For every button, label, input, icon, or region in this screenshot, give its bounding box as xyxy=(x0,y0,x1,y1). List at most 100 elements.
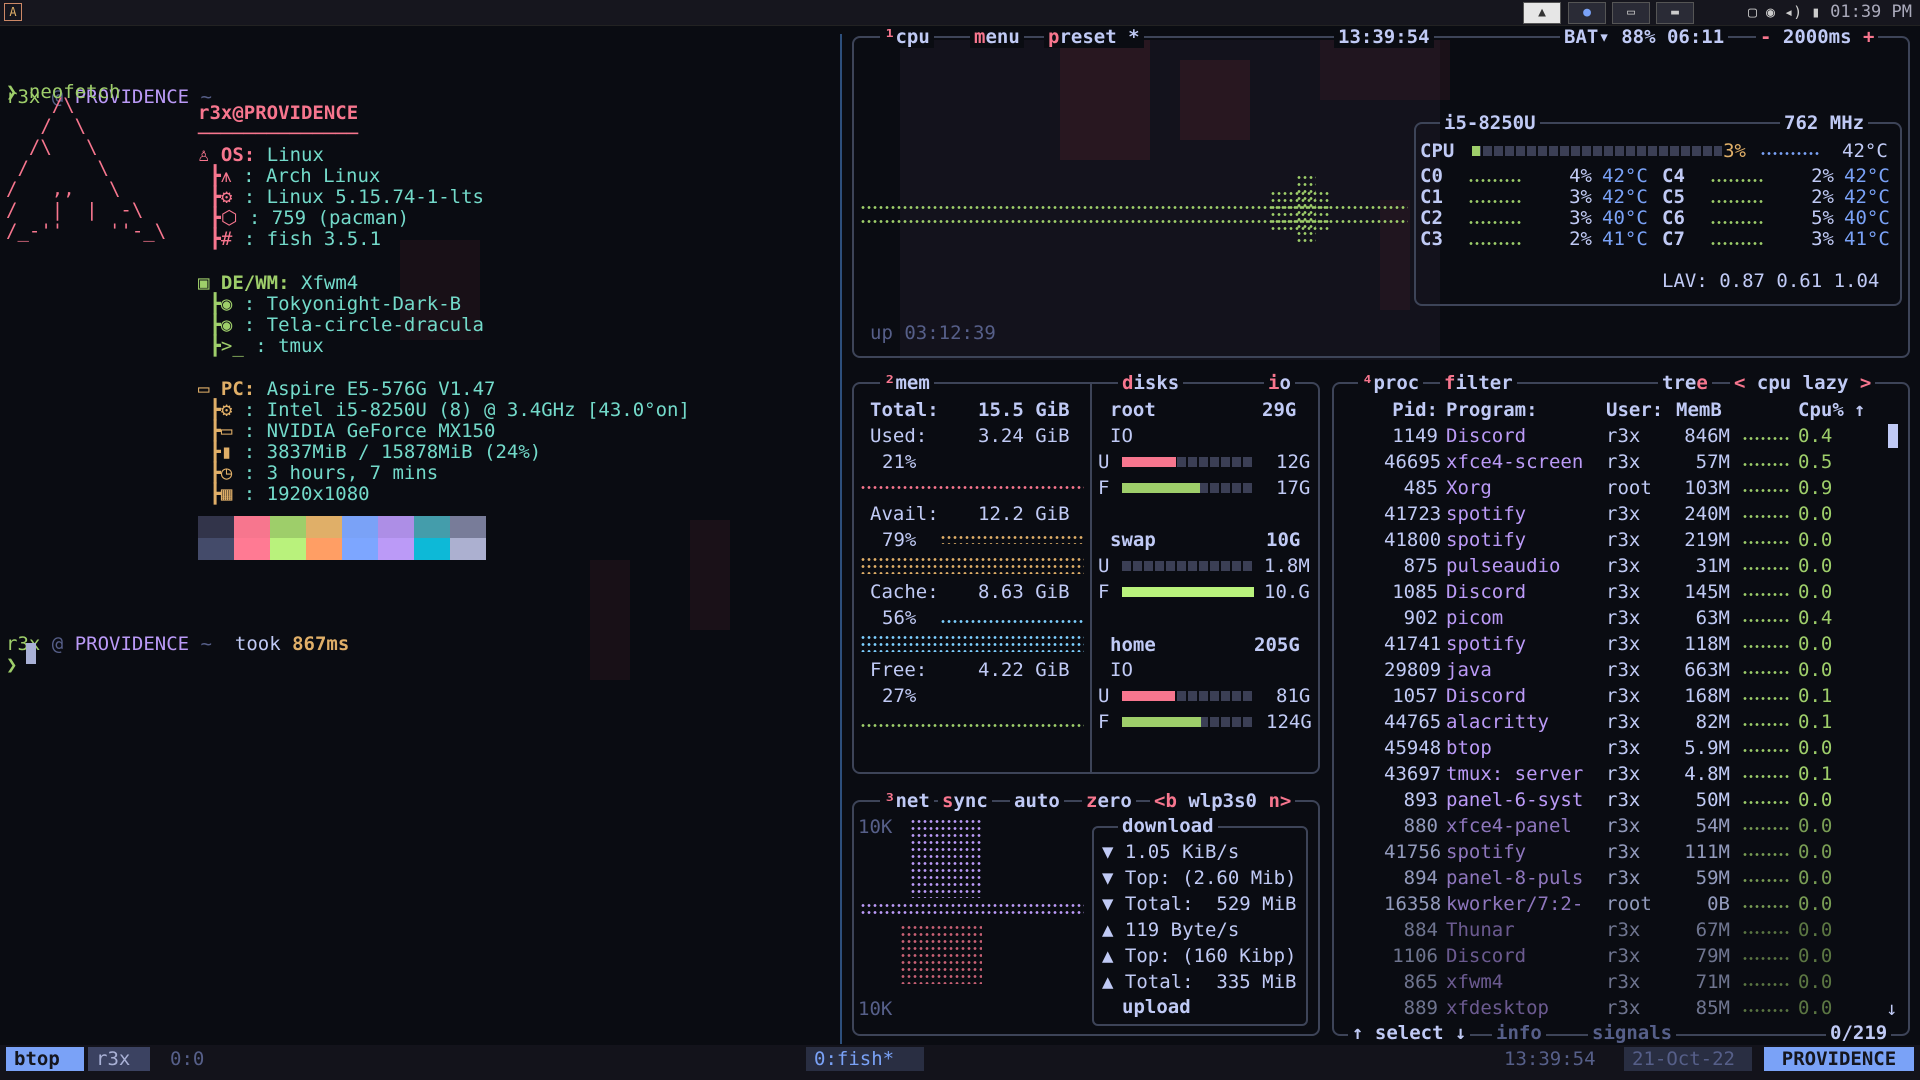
header-pid[interactable]: Pid: xyxy=(1384,397,1438,423)
mem-cache-label: Cache: xyxy=(870,581,939,603)
iface-next-button[interactable]: n> xyxy=(1268,790,1291,812)
arch-app-icon[interactable]: ▲ xyxy=(1523,2,1561,24)
proc-scrollbar-thumb[interactable] xyxy=(1888,424,1898,448)
disk-root-used: 12G xyxy=(1276,451,1311,473)
proc-user: r3x xyxy=(1606,997,1641,1019)
table-row[interactable]: 875 pulseaudio r3x 31M 0.0 xyxy=(1370,553,1880,579)
rate-plus-button[interactable]: + xyxy=(1863,26,1874,48)
scroll-down-icon[interactable]: ↓ xyxy=(1886,998,1897,1020)
mem-free-graph xyxy=(860,722,1084,730)
table-row[interactable]: 884 Thunar r3x 67M 0.0 xyxy=(1370,917,1880,943)
table-row[interactable]: 43697 tmux: server r3x 4.8M 0.1 xyxy=(1370,761,1880,787)
table-row[interactable]: 41723 spotify r3x 240M 0.0 xyxy=(1370,501,1880,527)
cpu-title[interactable]: ¹cpu xyxy=(880,26,934,48)
proc-cpu: 0.1 xyxy=(1798,763,1833,785)
palette-swatch xyxy=(450,516,486,538)
table-row[interactable]: 889 xfdesktop r3x 85M 0.0 xyxy=(1370,995,1880,1021)
header-cpu[interactable]: Cpu% xyxy=(1798,397,1844,423)
info-button[interactable]: info xyxy=(1492,1022,1546,1044)
tray-icons[interactable]: ▢ ◉ ◂) ▮ xyxy=(1748,3,1820,21)
table-row[interactable]: 894 panel-8-puls r3x 59M 0.0 xyxy=(1370,865,1880,891)
preset-button[interactable]: preset * xyxy=(1044,26,1144,48)
proc-name: spotify xyxy=(1446,503,1527,525)
filter-button[interactable]: filter xyxy=(1440,372,1517,394)
proc-mem: 846M xyxy=(1684,425,1730,447)
disk-root-free-meter xyxy=(1122,483,1254,493)
cpu-core-temp: 41°C xyxy=(1602,228,1648,250)
sort-prev-button[interactable]: < xyxy=(1734,372,1745,394)
table-row[interactable]: 41741 spotify r3x 118M 0.0 xyxy=(1370,631,1880,657)
proc-mem: 54M xyxy=(1695,815,1730,837)
header-user[interactable]: User: xyxy=(1606,397,1663,423)
table-row[interactable]: 1085 Discord r3x 145M 0.0 xyxy=(1370,579,1880,605)
proc-cpu-graph xyxy=(1742,981,1790,987)
proc-title[interactable]: ⁴proc xyxy=(1358,372,1424,394)
table-row[interactable]: 16358 kworker/7:2- root 0B 0.0 xyxy=(1370,891,1880,917)
proc-title-num: ⁴ xyxy=(1362,372,1374,394)
table-row[interactable]: 865 xfwm4 r3x 71M 0.0 xyxy=(1370,969,1880,995)
mem-title[interactable]: ²mem xyxy=(880,372,934,394)
proc-pid: 1106 xyxy=(1392,945,1438,967)
table-row[interactable]: 485 Xorg root 103M 0.9 xyxy=(1370,475,1880,501)
sync-toggle[interactable]: sync xyxy=(938,790,992,812)
terminal-icon: ┣>_ xyxy=(198,335,244,357)
logo-line: /_-'' ''-_\ xyxy=(6,220,167,242)
arch-app-icon[interactable]: A xyxy=(4,3,22,21)
mem-used-label: Used: xyxy=(870,425,928,447)
tmux-window[interactable]: 0:fish* xyxy=(806,1047,924,1071)
disks-title[interactable]: disks xyxy=(1118,372,1184,394)
proc-pid: 880 xyxy=(1403,815,1438,837)
proc-count: 0/219 xyxy=(1826,1022,1892,1044)
tree-toggle[interactable]: tree xyxy=(1658,372,1712,394)
table-row[interactable]: 41800 spotify r3x 219M 0.0 xyxy=(1370,527,1880,553)
proc-user: root xyxy=(1606,893,1652,915)
table-row[interactable]: 44765 alacritty r3x 82M 0.1 xyxy=(1370,709,1880,735)
signals-button[interactable]: signals xyxy=(1588,1022,1677,1044)
proc-mem: 50M xyxy=(1695,789,1730,811)
proc-mem: 67M xyxy=(1695,919,1730,941)
menu-button[interactable]: menu xyxy=(970,26,1024,48)
iface-prev-button[interactable]: <b xyxy=(1154,790,1177,812)
sort-next-button[interactable]: > xyxy=(1860,372,1871,394)
proc-cpu-graph xyxy=(1742,1007,1790,1013)
discord-icon[interactable]: ● xyxy=(1568,2,1606,24)
pane-divider[interactable] xyxy=(840,34,842,1044)
rate-minus-button[interactable]: - xyxy=(1760,26,1771,48)
table-row[interactable]: 880 xfce4-panel r3x 54M 0.0 xyxy=(1370,813,1880,839)
proc-cpu: 0.0 xyxy=(1798,503,1833,525)
header-mem[interactable]: MemB xyxy=(1676,397,1722,423)
header-program[interactable]: Program: xyxy=(1446,397,1538,423)
io-toggle[interactable]: io xyxy=(1264,372,1295,394)
proc-user: r3x xyxy=(1606,945,1641,967)
net-graph-line xyxy=(860,902,1084,914)
proc-pid: 875 xyxy=(1403,555,1438,577)
sort-direction-icon[interactable]: ↑ xyxy=(1854,397,1865,423)
zero-toggle[interactable]: zero xyxy=(1082,790,1136,812)
iface-selector[interactable]: <b wlp3s0 n> xyxy=(1150,790,1296,812)
files-icon[interactable]: ▭ xyxy=(1612,2,1650,24)
proc-mem: 57M xyxy=(1695,451,1730,473)
update-rate[interactable]: - 2000ms + xyxy=(1756,26,1879,48)
table-row[interactable]: 29809 java r3x 663M 0.0 xyxy=(1370,657,1880,683)
tmux-session[interactable]: btop xyxy=(6,1047,84,1071)
auto-toggle[interactable]: auto xyxy=(1010,790,1064,812)
terminal-cursor[interactable] xyxy=(26,643,36,664)
net-title[interactable]: ³net xyxy=(880,790,934,812)
proc-user: r3x xyxy=(1606,425,1641,447)
proc-select-footer[interactable]: ↑ select ↓ xyxy=(1348,1022,1471,1044)
table-row[interactable]: 46695 xfce4-screen r3x 57M 0.5 xyxy=(1370,449,1880,475)
table-row[interactable]: 1106 Discord r3x 79M 0.0 xyxy=(1370,943,1880,969)
disk-root-io-label: IO xyxy=(1110,425,1133,447)
mem-cache-graph xyxy=(860,634,1084,652)
table-row[interactable]: 1057 Discord r3x 168M 0.1 xyxy=(1370,683,1880,709)
table-row[interactable]: 41756 spotify r3x 111M 0.0 xyxy=(1370,839,1880,865)
sort-selector[interactable]: < cpu lazy > xyxy=(1730,372,1876,394)
proc-mem: 103M xyxy=(1684,477,1730,499)
window-icon[interactable]: ▬ xyxy=(1656,2,1694,24)
table-row[interactable]: 902 picom r3x 63M 0.4 xyxy=(1370,605,1880,631)
mem-used-value: 3.24 GiB xyxy=(978,425,1070,447)
table-row[interactable]: 893 panel-6-syst r3x 50M 0.0 xyxy=(1370,787,1880,813)
table-row[interactable]: 45948 btop r3x 5.9M 0.0 xyxy=(1370,735,1880,761)
proc-cpu: 0.0 xyxy=(1798,789,1833,811)
table-row[interactable]: 1149 Discord r3x 846M 0.4 xyxy=(1370,423,1880,449)
